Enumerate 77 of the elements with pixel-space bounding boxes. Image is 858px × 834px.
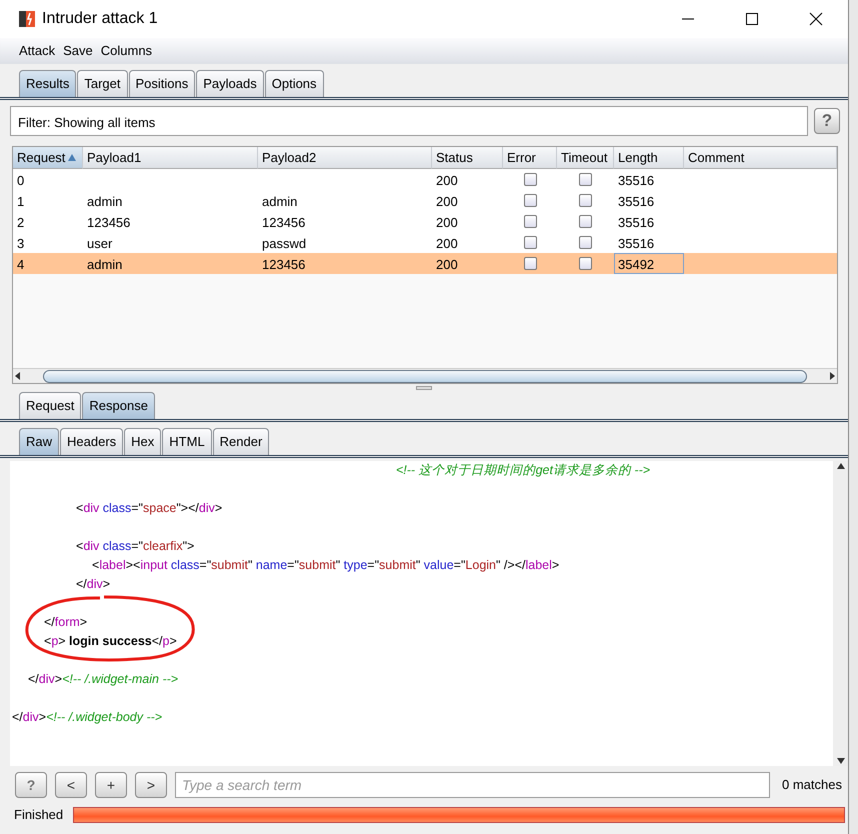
scroll-left-icon[interactable] (13, 371, 23, 381)
splitter-handle[interactable] (416, 386, 432, 390)
table-cell-text: 200 (435, 256, 459, 274)
scrollbar-thumb[interactable] (43, 370, 807, 382)
search-field[interactable]: Type a search term (175, 772, 770, 798)
window-title: Intruder attack 1 (42, 9, 158, 29)
column-header[interactable]: Length (614, 147, 684, 169)
tab[interactable]: Payloads (196, 70, 264, 97)
table-cell-text: 0 (16, 172, 26, 190)
table-cell-text: 35516 (617, 172, 656, 190)
tab[interactable]: Headers (60, 428, 124, 455)
menu-item[interactable]: Save (63, 41, 93, 61)
table-cell-text: 35516 (617, 193, 656, 211)
code-line: </div><!-- /.widget-main --> (27, 671, 180, 688)
tab[interactable]: Options (264, 70, 324, 97)
scroll-up-icon[interactable] (836, 461, 846, 471)
filter-bar[interactable]: Filter: Showing all items (10, 106, 808, 136)
table-cell-text: 123456 (86, 214, 132, 232)
tab[interactable]: Positions (128, 70, 196, 97)
tab[interactable]: HTML (162, 428, 212, 455)
search-nav-button[interactable]: + (95, 772, 127, 798)
code-line: <div class="space"></div> (75, 500, 224, 517)
table-cell-text: 200 (435, 235, 459, 253)
menu-item[interactable]: Attack (19, 41, 56, 61)
column-header[interactable]: Payload1 (83, 147, 258, 169)
table-cell-text: 1 (16, 193, 26, 211)
table-row[interactable]: 1 admin admin 200 35516 (13, 190, 837, 211)
table-row[interactable]: 3 user passwd 200 35516 (13, 232, 837, 253)
tab[interactable]: Response (82, 392, 155, 419)
column-header[interactable]: Request (13, 147, 83, 169)
menu-item[interactable]: Columns (100, 41, 152, 61)
scroll-right-icon[interactable] (827, 371, 837, 381)
table-cell-text: passwd (261, 235, 308, 253)
tab[interactable]: Target (77, 70, 128, 97)
code-line: </form> (43, 614, 88, 631)
code-line: <label><input class="submit" name="submit" type="submit" value="Login" /></label> (91, 557, 560, 574)
column-header[interactable]: Error (503, 147, 557, 169)
search-nav-button[interactable]: < (55, 772, 87, 798)
tab[interactable]: Request (19, 392, 82, 419)
tab[interactable]: Raw (19, 428, 60, 455)
search-nav-button[interactable]: ? (15, 772, 47, 798)
table-row[interactable]: 4 admin 123456 200 35492 (13, 253, 837, 274)
column-header[interactable]: Comment (684, 147, 837, 169)
match-count: 0 matches (782, 776, 842, 794)
code-line: <p> login success</p> (43, 633, 178, 650)
table-cell-text: 123456 (261, 214, 306, 232)
table-cell-text: 3 (16, 235, 26, 253)
code-line: </div> (75, 576, 112, 593)
table-cell-text: 35516 (617, 235, 656, 253)
status-text: Finished (14, 806, 64, 824)
help-button[interactable]: ? (814, 108, 840, 134)
table-cell-text: 2 (16, 214, 26, 232)
table-cell-text: 4 (16, 256, 26, 274)
table-cell-text: user (86, 235, 114, 253)
table-cell-text: 35516 (617, 214, 656, 232)
table-cell-text: admin (86, 256, 124, 274)
code-line: <!-- 这个对于日期时间的get请求是多余的 --> (395, 462, 652, 479)
table-cell: 35492 (614, 253, 684, 274)
tab[interactable]: Hex (124, 428, 162, 455)
table-cell-text: 123456 (261, 256, 306, 274)
tab[interactable]: Results (19, 70, 76, 97)
table-cell-text: admin (86, 193, 124, 211)
scroll-down-icon[interactable] (836, 756, 846, 766)
table-cell-text: 200 (435, 172, 459, 190)
table-cell-text: 200 (435, 193, 459, 211)
table-row[interactable]: 2 123456 123456 200 35516 (13, 211, 837, 232)
column-header[interactable]: Timeout (557, 147, 614, 169)
table-cell-text: admin (261, 193, 298, 211)
table-row[interactable]: 0 200 35516 (13, 169, 837, 190)
column-header[interactable]: Status (432, 147, 503, 169)
table-cell-text: 200 (435, 214, 459, 232)
app-icon (18, 10, 36, 28)
search-nav-button[interactable]: > (135, 772, 167, 798)
code-line: <div class="clearfix"> (75, 538, 196, 555)
column-header[interactable]: Payload2 (258, 147, 432, 169)
tab[interactable]: Render (212, 428, 270, 455)
code-line: </div><!-- /.widget-body --> (12, 709, 164, 726)
